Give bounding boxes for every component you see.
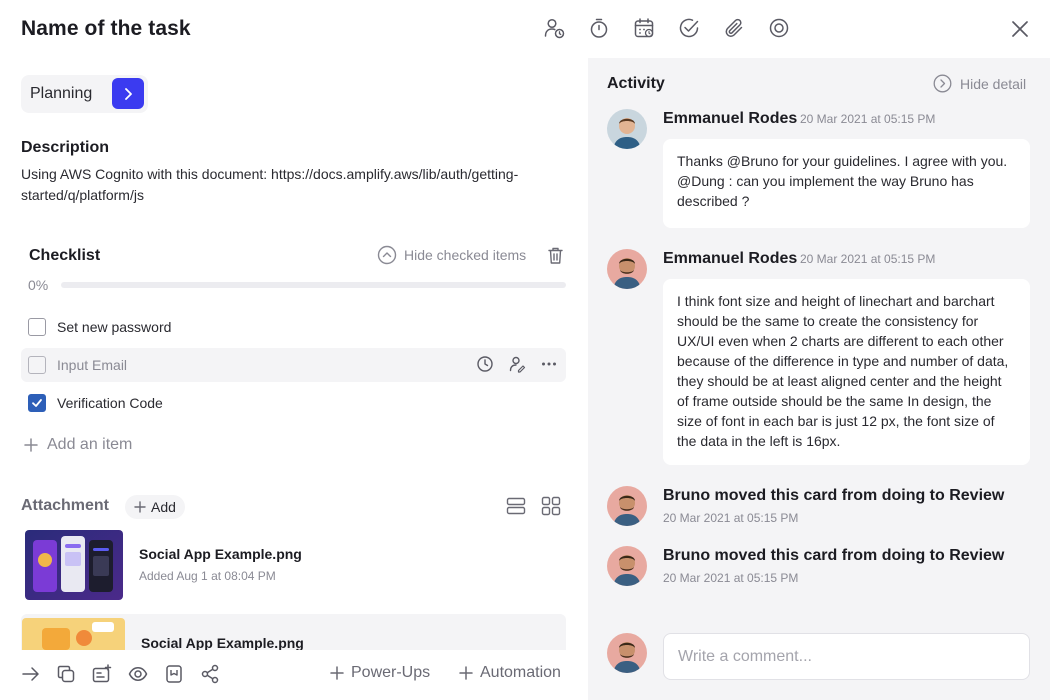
checkbox[interactable] xyxy=(28,356,46,374)
grid-view-icon[interactable] xyxy=(541,496,561,516)
activity-heading: Activity xyxy=(607,75,665,92)
checkbox-checked[interactable] xyxy=(28,394,46,412)
bookmark-icon[interactable] xyxy=(164,664,184,684)
add-checklist-item-button[interactable]: Add an item xyxy=(24,436,132,454)
timer-icon[interactable] xyxy=(588,17,610,39)
activity-log-text: Bruno moved this card from doing to Revi… xyxy=(663,487,1005,504)
checklist-progress-bar xyxy=(61,282,566,288)
checkbox[interactable] xyxy=(28,318,46,336)
attachment-name[interactable]: Social App Example.png xyxy=(139,546,302,562)
activity-log-time: 20 Mar 2021 at 05:15 PM xyxy=(663,511,799,525)
next-status-button[interactable] xyxy=(112,78,144,109)
avatar xyxy=(607,109,647,149)
comment-author[interactable]: Emmanuel Rodes xyxy=(663,110,797,128)
copy-icon[interactable] xyxy=(56,664,76,684)
clock-icon[interactable] xyxy=(476,355,494,373)
add-attachment-button[interactable]: Add xyxy=(125,495,185,519)
checklist-heading: Checklist xyxy=(29,247,101,264)
card-add-icon[interactable] xyxy=(92,664,112,684)
checklist-item[interactable]: Verification Code xyxy=(21,386,566,420)
arrow-right-icon[interactable] xyxy=(21,664,41,684)
checklist-item-label[interactable]: Input Email xyxy=(57,357,127,373)
avatar xyxy=(607,249,647,289)
calendar-icon[interactable] xyxy=(633,17,655,39)
automation-button[interactable]: Automation xyxy=(459,664,561,682)
checklist-item-label: Verification Code xyxy=(57,395,163,411)
avatar xyxy=(607,486,647,526)
checklist-progress-label: 0% xyxy=(28,277,49,293)
avatar xyxy=(607,633,647,673)
avatar-image xyxy=(607,546,647,586)
chevron-up-circle-icon xyxy=(377,245,397,265)
paperclip-icon[interactable] xyxy=(723,17,745,39)
comment-bubble: I think font size and height of linechar… xyxy=(663,279,1030,465)
checklist-item[interactable]: Set new password xyxy=(21,310,566,344)
chevron-right-icon xyxy=(125,87,132,100)
close-icon[interactable] xyxy=(1009,18,1031,40)
plus-icon xyxy=(24,438,38,452)
app-preview-image xyxy=(22,618,125,650)
task-detail-panel: Name of the task Planning Description Us… xyxy=(0,0,588,700)
description-heading: Description xyxy=(21,139,110,156)
comment-time: 20 Mar 2021 at 05:15 PM xyxy=(800,252,936,266)
checklist-item-label: Set new password xyxy=(57,319,172,335)
assign-user-icon[interactable] xyxy=(508,355,526,373)
task-toolbar xyxy=(543,17,790,39)
list-view-icon[interactable] xyxy=(506,496,526,516)
hide-checked-items-button[interactable]: Hide checked items xyxy=(377,245,526,265)
app-preview-image xyxy=(25,530,123,600)
activity-log-time: 20 Mar 2021 at 05:15 PM xyxy=(663,571,799,585)
assign-user-icon[interactable] xyxy=(543,17,565,39)
trash-icon[interactable] xyxy=(545,245,566,266)
hide-checked-label: Hide checked items xyxy=(404,247,527,263)
power-ups-label: Power-Ups xyxy=(351,664,431,681)
attachment-heading: Attachment xyxy=(21,497,110,514)
status-selector[interactable]: Planning xyxy=(21,75,148,113)
check-circle-icon[interactable] xyxy=(678,17,700,39)
add-item-label: Add an item xyxy=(47,436,133,453)
status-label: Planning xyxy=(30,85,93,102)
checkmark-icon xyxy=(32,399,42,407)
automation-label: Automation xyxy=(480,664,561,681)
avatar-image xyxy=(607,486,647,526)
bottom-toolbar: Power-Ups Automation xyxy=(0,650,588,700)
description-text[interactable]: Using AWS Cognito with this document: ht… xyxy=(21,164,541,206)
hide-detail-button[interactable]: Hide detail xyxy=(933,74,1026,93)
share-icon[interactable] xyxy=(200,664,220,684)
comment-author[interactable]: Emmanuel Rodes xyxy=(663,250,797,268)
attachment-meta: Added Aug 1 at 08:04 PM xyxy=(139,569,276,583)
eye-icon[interactable] xyxy=(128,664,148,684)
comment-input[interactable] xyxy=(663,633,1030,680)
comment-time: 20 Mar 2021 at 05:15 PM xyxy=(800,112,936,126)
avatar xyxy=(607,546,647,586)
task-title[interactable]: Name of the task xyxy=(21,17,191,41)
power-ups-button[interactable]: Power-Ups xyxy=(330,664,430,682)
chevron-right-circle-icon xyxy=(933,74,952,93)
activity-log-text: Bruno moved this card from doing to Revi… xyxy=(663,547,1005,564)
plus-icon xyxy=(134,501,146,513)
hide-detail-label: Hide detail xyxy=(960,75,1027,92)
attachment-name[interactable]: Social App Example.png xyxy=(141,635,304,651)
more-icon[interactable] xyxy=(540,355,558,373)
comment-bubble: Thanks @Bruno for your guidelines. I agr… xyxy=(663,139,1030,228)
attachment-thumbnail[interactable] xyxy=(25,530,123,600)
add-attachment-label: Add xyxy=(151,499,176,515)
attachment-thumbnail[interactable] xyxy=(22,618,125,650)
plus-icon xyxy=(330,666,344,680)
target-icon[interactable] xyxy=(768,17,790,39)
checklist-item[interactable]: Input Email xyxy=(21,348,566,382)
avatar-image xyxy=(607,249,647,289)
avatar-image xyxy=(607,109,647,149)
avatar-image xyxy=(607,633,647,673)
plus-icon xyxy=(459,666,473,680)
